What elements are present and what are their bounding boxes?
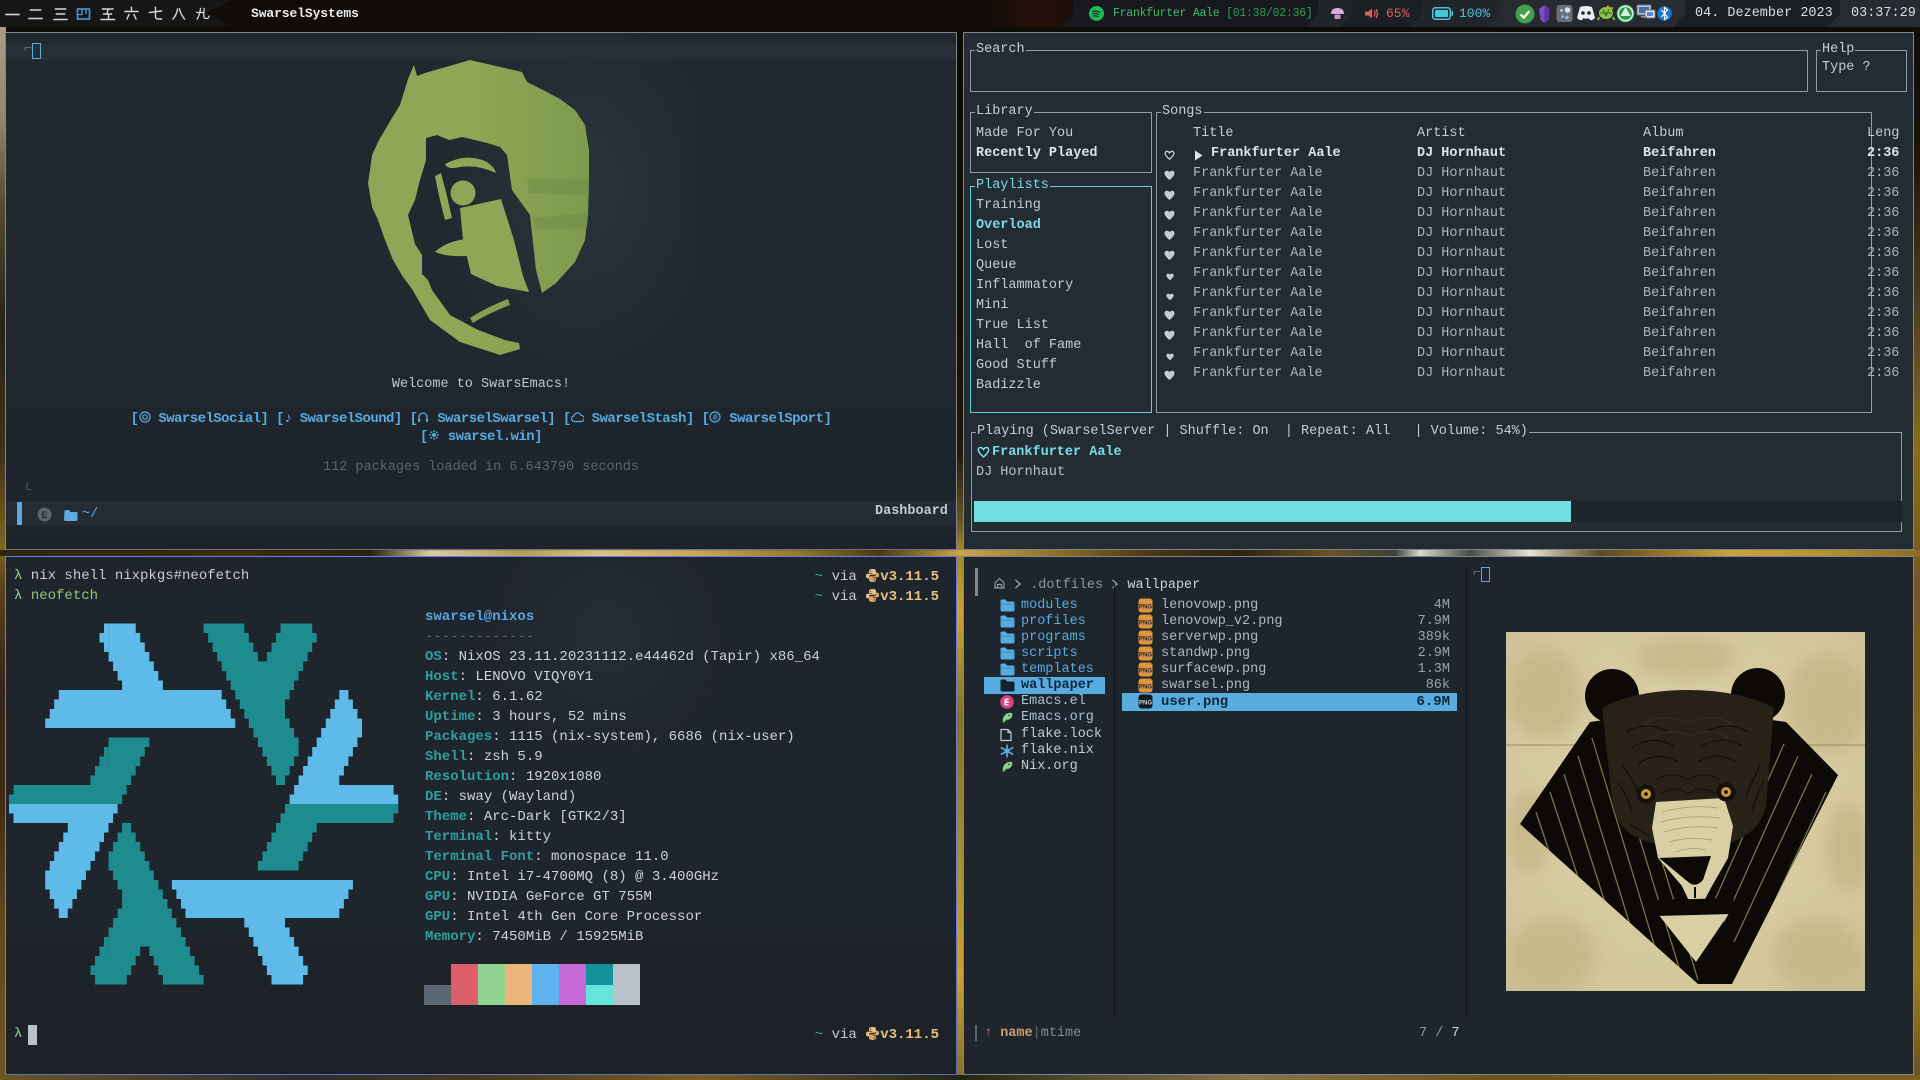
svg-text:E: E [41, 510, 47, 520]
svg-text:PNG: PNG [1139, 605, 1152, 611]
svg-text:PNG: PNG [1139, 621, 1152, 627]
svg-text:PNG: PNG [1139, 653, 1152, 659]
svg-text:PNG: PNG [1139, 637, 1152, 643]
svg-text:PNG: PNG [1139, 669, 1152, 675]
svg-text:PNG: PNG [1139, 685, 1152, 691]
svg-text:PNG: PNG [1139, 701, 1152, 707]
